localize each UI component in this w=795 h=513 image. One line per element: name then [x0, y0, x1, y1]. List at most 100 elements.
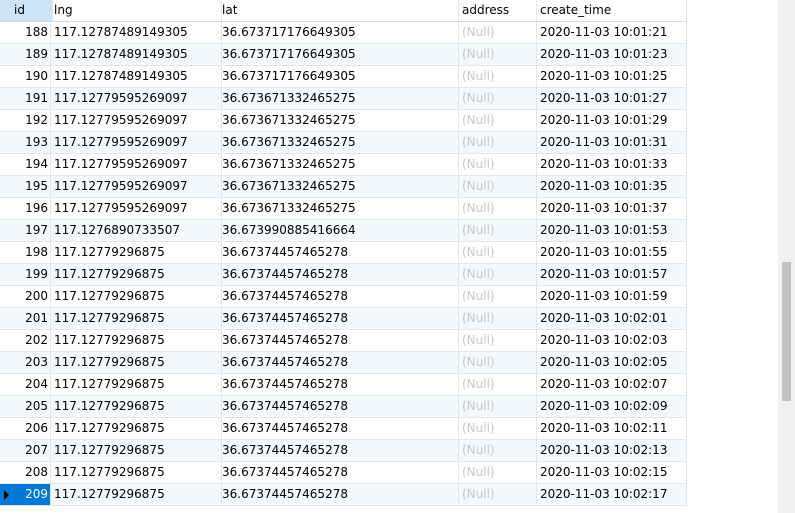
cell-id[interactable]: 195 — [0, 176, 51, 198]
cell-create-time[interactable]: 2020-11-03 10:01:33 — [537, 154, 687, 176]
cell-id[interactable]: 191 — [0, 88, 51, 110]
table-row[interactable]: 195 117.12779595269097 36.673671332465275 (… — [0, 176, 687, 198]
cell-lat[interactable]: 36.673671332465275 — [219, 88, 459, 110]
cell-lng[interactable]: 117.12779296875 — [51, 462, 222, 484]
column-header-id[interactable]: id — [0, 0, 53, 22]
table-row[interactable]: 207 117.12779296875 36.67374457465278 (Null… — [0, 440, 687, 462]
cell-id[interactable]: 203 — [0, 352, 51, 374]
cell-id[interactable]: 196 — [0, 198, 51, 220]
cell-lng[interactable]: 117.12779595269097 — [51, 154, 222, 176]
cell-lng[interactable]: 117.12787489149305 — [51, 44, 222, 66]
vertical-scrollbar[interactable] — [778, 0, 795, 513]
table-row[interactable]: 205 117.12779296875 36.67374457465278 (Null… — [0, 396, 687, 418]
cell-lat[interactable]: 36.67374457465278 — [219, 484, 459, 506]
table-row[interactable]: 208 117.12779296875 36.67374457465278 (Null… — [0, 462, 687, 484]
cell-lng[interactable]: 117.12779595269097 — [51, 132, 222, 154]
cell-id[interactable]: 204 — [0, 374, 51, 396]
cell-lng[interactable]: 117.12779595269097 — [51, 198, 222, 220]
cell-create-time[interactable]: 2020-11-03 10:02:11 — [537, 418, 687, 440]
cell-address[interactable]: (Null) — [459, 484, 537, 506]
cell-create-time[interactable]: 2020-11-03 10:02:01 — [537, 308, 687, 330]
cell-address[interactable]: (Null) — [459, 308, 537, 330]
cell-lat[interactable]: 36.67374457465278 — [219, 264, 459, 286]
cell-id[interactable]: 205 — [0, 396, 51, 418]
table-row[interactable]: 190 117.12787489149305 36.673717176649305 (… — [0, 66, 687, 88]
cell-create-time[interactable]: 2020-11-03 10:02:03 — [537, 330, 687, 352]
cell-address[interactable]: (Null) — [459, 462, 537, 484]
cell-address[interactable]: (Null) — [459, 286, 537, 308]
table-row[interactable]: 196 117.12779595269097 36.673671332465275 (… — [0, 198, 687, 220]
cell-lat[interactable]: 36.673671332465275 — [219, 154, 459, 176]
cell-lat[interactable]: 36.673671332465275 — [219, 176, 459, 198]
cell-address[interactable]: (Null) — [459, 110, 537, 132]
cell-lat[interactable]: 36.673717176649305 — [219, 44, 459, 66]
cell-create-time[interactable]: 2020-11-03 10:02:17 — [537, 484, 687, 506]
cell-id[interactable]: 207 — [0, 440, 51, 462]
cell-lng[interactable]: 117.1276890733507 — [51, 220, 222, 242]
cell-id[interactable]: 208 — [0, 462, 51, 484]
column-header-lng[interactable]: lng — [51, 0, 222, 22]
cell-create-time[interactable]: 2020-11-03 10:01:21 — [537, 22, 687, 44]
cell-lat[interactable]: 36.673717176649305 — [219, 66, 459, 88]
table-row[interactable]: 200 117.12779296875 36.67374457465278 (Null… — [0, 286, 687, 308]
table-row[interactable]: 202 117.12779296875 36.67374457465278 (Null… — [0, 330, 687, 352]
cell-lat[interactable]: 36.67374457465278 — [219, 242, 459, 264]
cell-address[interactable]: (Null) — [459, 396, 537, 418]
cell-lat[interactable]: 36.673671332465275 — [219, 198, 459, 220]
cell-address[interactable]: (Null) — [459, 154, 537, 176]
table-row[interactable]: 191 117.12779595269097 36.673671332465275 (… — [0, 88, 687, 110]
cell-create-time[interactable]: 2020-11-03 10:02:15 — [537, 462, 687, 484]
cell-address[interactable]: (Null) — [459, 242, 537, 264]
cell-id[interactable]: 192 — [0, 110, 51, 132]
table-row[interactable]: 209 117.12779296875 36.67374457465278 (Null… — [0, 484, 687, 506]
cell-address[interactable]: (Null) — [459, 88, 537, 110]
cell-lng[interactable]: 117.12787489149305 — [51, 66, 222, 88]
table-row[interactable]: 189 117.12787489149305 36.673717176649305 (… — [0, 44, 687, 66]
cell-lng[interactable]: 117.12779296875 — [51, 264, 222, 286]
cell-address[interactable]: (Null) — [459, 440, 537, 462]
table-row[interactable]: 194 117.12779595269097 36.673671332465275 (… — [0, 154, 687, 176]
cell-address[interactable]: (Null) — [459, 220, 537, 242]
cell-id[interactable]: 198 — [0, 242, 51, 264]
cell-lng[interactable]: 117.12787489149305 — [51, 22, 222, 44]
cell-lat[interactable]: 36.673671332465275 — [219, 110, 459, 132]
table-row[interactable]: 197 117.1276890733507 36.673990885416664 (N… — [0, 220, 687, 242]
cell-address[interactable]: (Null) — [459, 330, 537, 352]
table-row[interactable]: 203 117.12779296875 36.67374457465278 (Null… — [0, 352, 687, 374]
cell-create-time[interactable]: 2020-11-03 10:02:09 — [537, 396, 687, 418]
cell-lng[interactable]: 117.12779296875 — [51, 484, 222, 506]
cell-address[interactable]: (Null) — [459, 44, 537, 66]
cell-address[interactable]: (Null) — [459, 22, 537, 44]
cell-lng[interactable]: 117.12779296875 — [51, 330, 222, 352]
cell-id[interactable]: 190 — [0, 66, 51, 88]
cell-create-time[interactable]: 2020-11-03 10:01:57 — [537, 264, 687, 286]
cell-create-time[interactable]: 2020-11-03 10:01:27 — [537, 88, 687, 110]
cell-lat[interactable]: 36.67374457465278 — [219, 462, 459, 484]
cell-id[interactable]: 194 — [0, 154, 51, 176]
cell-create-time[interactable]: 2020-11-03 10:02:07 — [537, 374, 687, 396]
cell-address[interactable]: (Null) — [459, 374, 537, 396]
table-row[interactable]: 192 117.12779595269097 36.673671332465275 (… — [0, 110, 687, 132]
table-row[interactable]: 188 117.12787489149305 36.673717176649305 (… — [0, 22, 687, 44]
column-header-create-time[interactable]: create_time — [537, 0, 687, 22]
cell-lng[interactable]: 117.12779296875 — [51, 396, 222, 418]
cell-lng[interactable]: 117.12779595269097 — [51, 176, 222, 198]
cell-create-time[interactable]: 2020-11-03 10:01:37 — [537, 198, 687, 220]
cell-create-time[interactable]: 2020-11-03 10:02:13 — [537, 440, 687, 462]
cell-address[interactable]: (Null) — [459, 66, 537, 88]
table-row[interactable]: 204 117.12779296875 36.67374457465278 (Null… — [0, 374, 687, 396]
table-row[interactable]: 199 117.12779296875 36.67374457465278 (Null… — [0, 264, 687, 286]
cell-create-time[interactable]: 2020-11-03 10:01:59 — [537, 286, 687, 308]
cell-id[interactable]: 188 — [0, 22, 51, 44]
cell-lat[interactable]: 36.67374457465278 — [219, 286, 459, 308]
cell-address[interactable]: (Null) — [459, 264, 537, 286]
cell-id[interactable]: 199 — [0, 264, 51, 286]
cell-create-time[interactable]: 2020-11-03 10:01:35 — [537, 176, 687, 198]
column-header-lat[interactable]: lat — [219, 0, 459, 22]
cell-id[interactable]: 189 — [0, 44, 51, 66]
cell-lng[interactable]: 117.12779296875 — [51, 352, 222, 374]
cell-create-time[interactable]: 2020-11-03 10:01:29 — [537, 110, 687, 132]
cell-lat[interactable]: 36.673671332465275 — [219, 132, 459, 154]
cell-lng[interactable]: 117.12779595269097 — [51, 110, 222, 132]
cell-address[interactable]: (Null) — [459, 176, 537, 198]
